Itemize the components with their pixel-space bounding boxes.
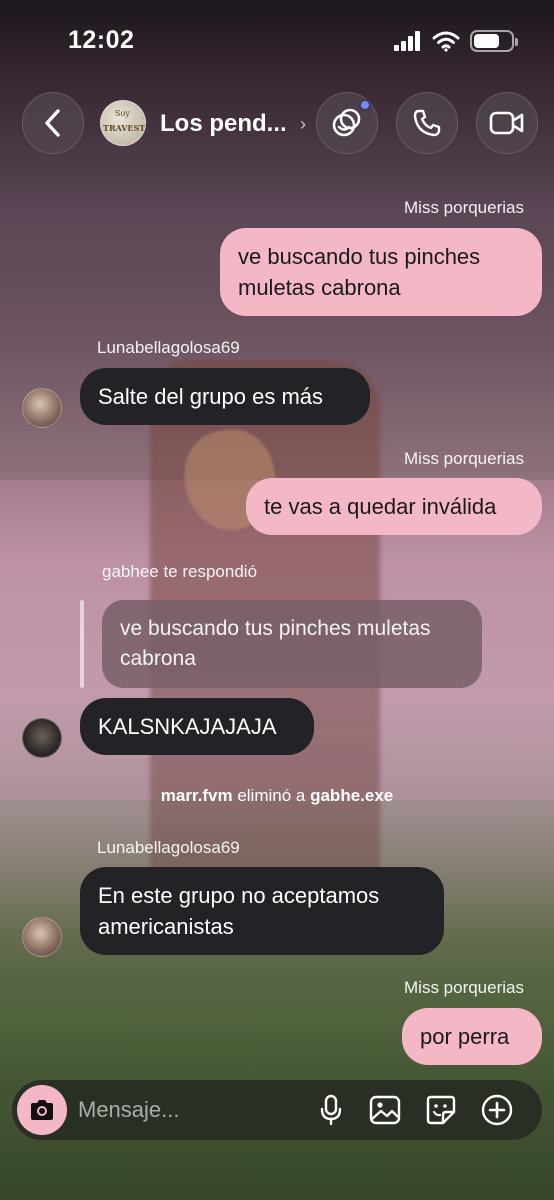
phone-icon	[413, 109, 441, 137]
gallery-button[interactable]	[368, 1093, 402, 1127]
camera-icon	[31, 1100, 53, 1120]
group-avatar-text: TRAVESTI	[103, 123, 146, 133]
avatar[interactable]	[22, 718, 62, 758]
camera-button[interactable]	[17, 1085, 67, 1135]
group-title[interactable]: Los pend...	[160, 110, 287, 138]
sender-name: Lunabellagolosa69	[97, 838, 240, 857]
sender-name: Miss porquerias	[404, 198, 524, 217]
notification-dot	[359, 99, 371, 111]
group-avatar-text: Soy	[115, 109, 130, 118]
message-input[interactable]	[78, 1094, 298, 1126]
sender-name: Lunabellagolosa69	[97, 338, 240, 357]
plus-icon	[481, 1094, 513, 1126]
message-composer	[12, 1080, 542, 1140]
avatar[interactable]	[22, 917, 62, 957]
message-bubble-received[interactable]: KALSNKAJAJAJA	[80, 698, 314, 755]
sender-name: Miss porquerias	[404, 978, 524, 997]
wifi-icon	[432, 31, 460, 52]
message-bubble-received[interactable]: En este grupo no aceptamos americanistas	[80, 867, 444, 955]
group-avatar[interactable]: Soy TRAVESTI	[100, 100, 146, 146]
sender-name: Miss porquerias	[404, 449, 524, 468]
quoted-message[interactable]: ve buscando tus pinches muletas cabrona	[102, 600, 482, 688]
status-bar: 12:02	[0, 0, 554, 80]
reply-note: gabhee te respondió	[102, 562, 258, 581]
avatar[interactable]	[22, 388, 62, 428]
cellular-signal-icon	[394, 31, 420, 51]
system-action: eliminó a	[237, 786, 306, 805]
sticker-icon	[426, 1095, 456, 1125]
sticker-button[interactable]	[424, 1093, 458, 1127]
plus-button[interactable]	[480, 1093, 514, 1127]
video-call-button[interactable]	[476, 92, 538, 154]
video-camera-icon	[489, 111, 524, 135]
effects-button[interactable]	[316, 92, 378, 154]
effects-icon	[332, 108, 361, 137]
battery-icon	[470, 30, 518, 52]
message-bubble-sent[interactable]: por perra	[402, 1008, 542, 1065]
microphone-button[interactable]	[314, 1093, 348, 1127]
chat-header: Soy TRAVESTI Los pend... ›	[0, 88, 554, 160]
status-time: 12:02	[68, 26, 135, 54]
audio-call-button[interactable]	[396, 92, 458, 154]
status-icons	[394, 30, 518, 52]
system-message: marr.fvm eliminó a gabhe.exe	[0, 786, 554, 806]
message-bubble-sent[interactable]: ve buscando tus pinches muletas cabrona	[220, 228, 542, 316]
gallery-icon	[369, 1095, 401, 1125]
back-button[interactable]	[22, 92, 84, 154]
chevron-right-icon[interactable]: ›	[300, 114, 306, 135]
reply-indicator	[80, 600, 84, 688]
back-chevron-icon	[45, 109, 60, 137]
message-bubble-sent[interactable]: te vas a quedar inválida	[246, 478, 542, 535]
microphone-icon	[320, 1094, 342, 1126]
system-target[interactable]: gabhe.exe	[310, 786, 393, 805]
system-actor[interactable]: marr.fvm	[161, 786, 233, 805]
message-bubble-received[interactable]: Salte del grupo es más	[80, 368, 370, 425]
